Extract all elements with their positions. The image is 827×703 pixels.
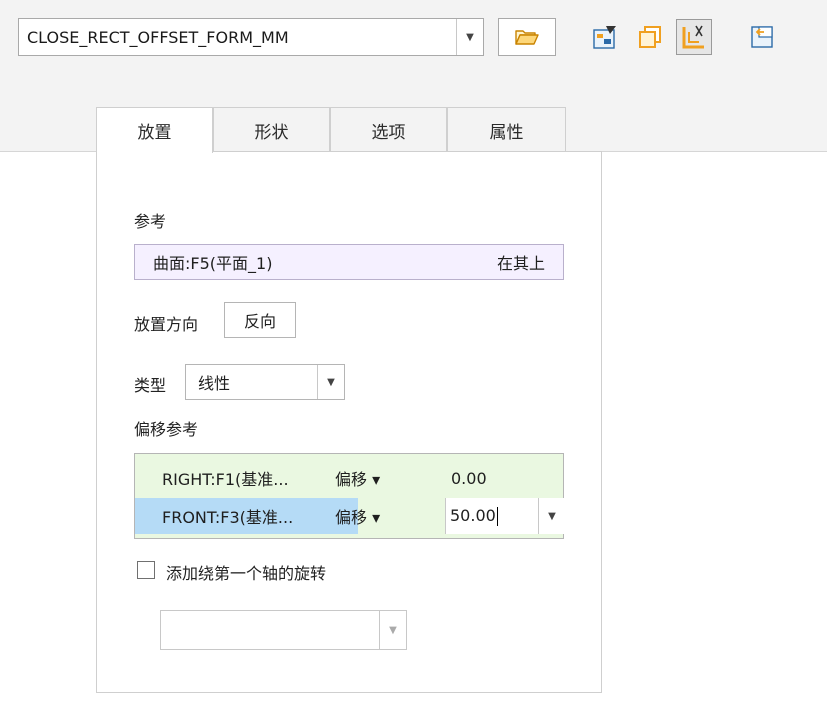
rotation-checkbox[interactable] <box>137 561 155 579</box>
type-value: 线性 <box>198 374 231 393</box>
type-label: 类型 <box>134 376 167 395</box>
edit-definition-icon <box>593 26 616 49</box>
direction-label: 放置方向 <box>134 315 199 334</box>
rotation-checkbox-label: 添加绕第一个轴的旋转 <box>166 564 327 583</box>
offset-type-select[interactable]: 偏移 ▾ <box>335 460 445 496</box>
open-folder-icon <box>515 30 539 45</box>
offset-ref-name[interactable]: RIGHT:F1(基准... <box>135 460 358 496</box>
form-name-value: CLOSE_RECT_OFFSET_FORM_MM <box>27 27 289 47</box>
copy-sketch-icon <box>639 26 661 48</box>
offset-value[interactable]: 0.00 <box>451 460 561 496</box>
offset-placement-button[interactable] <box>676 19 712 55</box>
offset-ref-name[interactable]: FRONT:F3(基准... <box>135 498 358 534</box>
table-row[interactable]: RIGHT:F1(基准... 偏移 ▾ 0.00 <box>135 460 563 496</box>
pin-panel-button[interactable] <box>744 19 780 55</box>
type-select[interactable]: 线性 ▼ <box>185 364 345 400</box>
tab-label: 选项 <box>371 122 406 143</box>
tab-label: 放置 <box>137 123 172 143</box>
tab-placement[interactable]: 放置 <box>96 107 213 153</box>
reference-label: 参考 <box>134 212 167 231</box>
dropdown-arrow-icon[interactable]: ▼ <box>456 19 483 55</box>
offset-references-table: RIGHT:F1(基准... 偏移 ▾ 0.00 FRONT:F3(基准... … <box>134 453 565 539</box>
pin-panel-icon <box>751 26 773 48</box>
tab-properties[interactable]: 属性 <box>447 107 566 152</box>
rotation-select[interactable]: ▼ <box>160 610 407 650</box>
tab-options[interactable]: 选项 <box>330 107 447 152</box>
chevron-down-icon[interactable]: ▼ <box>379 611 406 649</box>
offset-placement-icon <box>682 25 704 49</box>
form-name-combo[interactable]: CLOSE_RECT_OFFSET_FORM_MM ▼ <box>18 18 484 56</box>
table-row[interactable]: FRONT:F3(基准... 偏移 ▾ 50.00 ▼ <box>135 498 565 534</box>
tab-label: 属性 <box>489 122 524 143</box>
offset-value: 50.00 <box>450 506 496 525</box>
flip-button[interactable]: 反向 <box>224 302 296 338</box>
reference-type[interactable]: 在其上 <box>497 250 545 274</box>
offset-value-input[interactable]: 50.00 ▼ <box>445 498 565 534</box>
edit-definition-button[interactable] <box>587 19 623 55</box>
offset-type-select[interactable]: 偏移 ▾ <box>335 498 445 534</box>
chevron-down-icon[interactable]: ▼ <box>538 498 565 534</box>
reference-item: 曲面:F5(平面_1) <box>153 254 273 273</box>
tab-shape[interactable]: 形状 <box>213 107 330 152</box>
tab-label: 形状 <box>254 122 289 143</box>
chevron-down-icon[interactable]: ▼ <box>317 365 344 399</box>
offset-references-label: 偏移参考 <box>134 420 199 439</box>
open-folder-button[interactable] <box>498 18 556 56</box>
copy-sketch-button[interactable] <box>632 19 668 55</box>
text-caret <box>496 507 498 526</box>
reference-collector[interactable]: 曲面:F5(平面_1) 在其上 <box>134 244 564 280</box>
